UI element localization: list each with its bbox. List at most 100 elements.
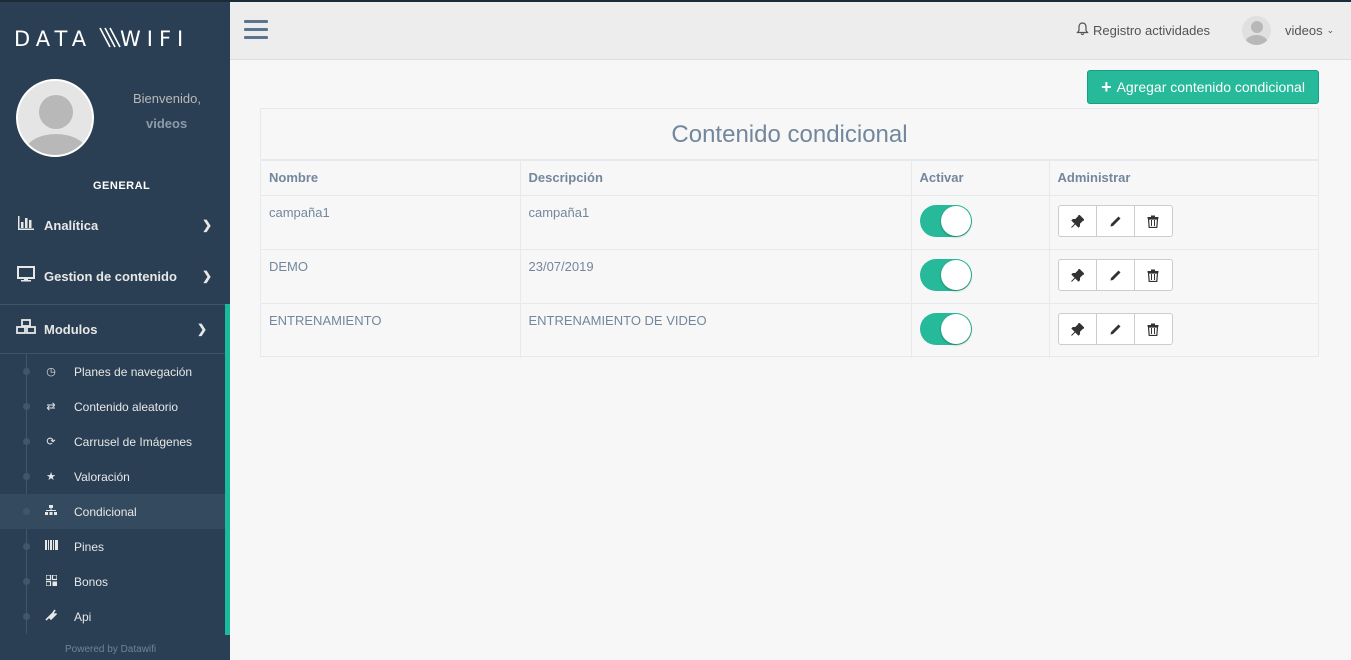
cell-nombre: DEMO	[261, 249, 521, 304]
activity-log-link[interactable]: Registro actividades	[1076, 22, 1210, 39]
sidebar-item-label: Modulos	[44, 321, 98, 337]
cell-nombre: campaña1	[261, 195, 521, 250]
table-row: ENTRENAMIENTO ENTRENAMIENTO DE VIDEO	[261, 303, 1318, 358]
subitem-label: Carrusel de Imágenes	[74, 434, 193, 449]
subitem-label: Api	[74, 609, 92, 624]
avatar	[1242, 16, 1271, 45]
delete-button[interactable]	[1133, 259, 1173, 291]
pin-icon	[1070, 322, 1084, 336]
sidebar-item-analitica[interactable]: Analítica ❯	[0, 200, 230, 250]
subitem-label: Condicional	[74, 504, 137, 519]
action-buttons	[1057, 259, 1173, 291]
edit-button[interactable]	[1095, 259, 1135, 291]
svg-text:WIFI: WIFI	[120, 27, 189, 50]
cell-nombre: ENTRENAMIENTO	[261, 303, 521, 358]
edit-button[interactable]	[1095, 313, 1135, 345]
pencil-icon	[1110, 324, 1120, 334]
sidebar-subitem-bonos[interactable]: Bonos	[0, 564, 225, 599]
sidebar-item-label: Gestion de contenido	[44, 268, 177, 284]
barcode-icon	[44, 540, 58, 553]
chevron-down-icon: ❯	[201, 269, 212, 283]
sidebar-subitem-valoracion[interactable]: ★ Valoración	[0, 459, 225, 494]
chevron-down-icon: ⌄	[1326, 25, 1335, 35]
plug-icon	[44, 609, 58, 624]
conditional-content-table: Nombre Descripción Activar Administrar c…	[261, 160, 1318, 358]
chevron-down-icon: ❯	[196, 322, 207, 336]
user-menu[interactable]: videos ⌄	[1242, 16, 1334, 45]
active-indicator	[225, 304, 230, 635]
sidebar-subitem-condicional[interactable]: Condicional	[0, 494, 225, 529]
cell-descripcion: 23/07/2019	[519, 249, 912, 304]
subitem-label: Pines	[74, 539, 105, 554]
trash-icon	[1147, 215, 1159, 228]
profile-avatar	[16, 79, 94, 157]
delete-button[interactable]	[1133, 205, 1173, 237]
sidebar: DATA WIFI Bienvenido, videos GENERAL Ana…	[0, 0, 230, 660]
edit-button[interactable]	[1095, 205, 1135, 237]
page-title: Contenido condicional	[261, 109, 1318, 160]
star-icon: ★	[46, 471, 56, 483]
cell-descripcion: ENTRENAMIENTO DE VIDEO	[519, 303, 912, 358]
sidebar-item-modulos[interactable]: Modulos ❯	[0, 304, 225, 354]
section-title: GENERAL	[93, 180, 151, 192]
sidebar-subitem-pines[interactable]: Pines	[0, 529, 225, 564]
welcome-text: Bienvenido,	[133, 91, 201, 106]
add-conditional-content-button[interactable]: + Agregar contenido condicional	[1087, 70, 1319, 104]
qrcode-icon	[44, 573, 58, 589]
pin-icon	[1070, 268, 1084, 282]
pencil-icon	[1110, 270, 1120, 280]
pin-icon	[1070, 214, 1084, 228]
cell-administrar	[1048, 195, 1318, 250]
activate-toggle[interactable]	[919, 259, 972, 291]
column-header-administrar: Administrar	[1048, 160, 1318, 196]
column-header-descripcion: Descripción	[519, 160, 912, 196]
plus-icon: +	[1101, 77, 1112, 97]
clock-icon: ◷	[46, 366, 56, 378]
pin-button[interactable]	[1057, 205, 1097, 237]
bell-icon	[1076, 22, 1089, 39]
subitem-label: Contenido aleatorio	[74, 399, 179, 414]
random-icon: ⇄	[46, 401, 56, 413]
chevron-down-icon: ❯	[201, 218, 212, 232]
cell-descripcion: campaña1	[519, 195, 912, 250]
datawifi-logo-icon: DATA WIFI	[14, 27, 189, 51]
column-header-nombre: Nombre	[261, 160, 521, 196]
powered-by-footer: Powered by Datawifi	[65, 644, 157, 655]
cell-administrar	[1048, 303, 1318, 358]
cell-activar	[910, 195, 1050, 250]
pin-button[interactable]	[1057, 259, 1097, 291]
table-row: campaña1 campaña1	[261, 195, 1318, 250]
delete-button[interactable]	[1133, 313, 1173, 345]
subitem-label: Planes de navegación	[74, 364, 193, 379]
activate-toggle[interactable]	[919, 205, 972, 237]
cell-administrar	[1048, 249, 1318, 304]
table-row: DEMO 23/07/2019	[261, 249, 1318, 304]
cell-activar	[910, 249, 1050, 304]
action-buttons	[1057, 205, 1173, 237]
trash-icon	[1147, 269, 1159, 282]
cubes-icon	[14, 318, 38, 340]
column-header-activar: Activar	[910, 160, 1050, 196]
bar-chart-icon	[14, 215, 38, 236]
sidebar-username: videos	[146, 116, 188, 131]
sidebar-subitem-api[interactable]: Api	[0, 599, 225, 634]
sitemap-icon	[44, 504, 58, 519]
sidebar-item-gestion[interactable]: Gestion de contenido ❯	[0, 251, 230, 301]
subitem-label: Valoración	[74, 469, 130, 484]
sidebar-subitem-planes[interactable]: ◷ Planes de navegación	[0, 354, 225, 389]
add-button-label: Agregar contenido condicional	[1116, 79, 1305, 95]
brand-logo[interactable]: DATA WIFI	[14, 26, 214, 56]
content-panel: Contenido condicional Nombre Descripción…	[260, 108, 1319, 358]
refresh-icon: ⟳	[46, 436, 56, 448]
pin-button[interactable]	[1057, 313, 1097, 345]
activate-toggle[interactable]	[919, 313, 972, 345]
trash-icon	[1147, 323, 1159, 336]
sidebar-subitem-carrusel[interactable]: ⟳ Carrusel de Imágenes	[0, 424, 225, 459]
menu-toggle-icon[interactable]	[244, 20, 268, 40]
svg-text:DATA: DATA	[14, 27, 92, 50]
activity-log-label: Registro actividades	[1093, 23, 1211, 38]
subitem-label: Bonos	[74, 574, 109, 589]
sidebar-subitem-aleatorio[interactable]: ⇄ Contenido aleatorio	[0, 389, 225, 424]
pencil-icon	[1110, 216, 1120, 226]
cell-activar	[910, 303, 1050, 358]
